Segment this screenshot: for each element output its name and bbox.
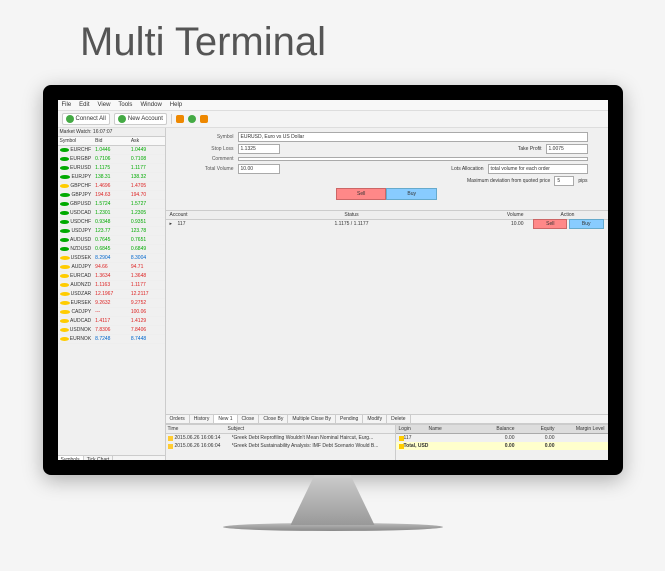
news-item[interactable]: 2015.06.26 16:06:14*Greek Debt Reprofili… [166,434,395,442]
watch-row[interactable]: USDJPY123.77123.78 [58,227,165,236]
terminal-tabs: Orders History New 1 Close Close By Mult… [166,414,608,424]
comment-input[interactable] [238,157,588,161]
positions-table: Account Status Volume Action ▸ 117 1.117… [166,210,608,228]
watch-row[interactable]: AUDNZD1.11631.1177 [58,281,165,290]
watch-list[interactable]: EURCHF1.04461.0449EURGBP0.71060.7108EURU… [58,146,165,455]
order-form: Symbol EURUSD, Euro vs US Dollar Stop Lo… [166,128,608,206]
volume-input[interactable]: 10.00 [238,164,280,174]
menu-window[interactable]: Window [140,102,161,108]
row-sell-button[interactable]: Sell [533,219,567,229]
watch-row[interactable]: AUDJPY94.6694.71 [58,263,165,272]
stop-loss-input[interactable]: 1.1325 [238,144,280,154]
sl-label: Stop Loss [186,146,234,152]
hero-title: Multi Terminal [0,0,665,85]
account-icon [118,115,126,123]
tab-new[interactable]: New 1 [214,415,237,423]
watch-row[interactable]: USDZAR12.196712.2117 [58,290,165,299]
deviation-unit: pips [578,178,587,184]
menu-view[interactable]: View [98,102,111,108]
watch-row[interactable]: EURCHF1.04461.0449 [58,146,165,155]
tab-symbols[interactable]: Symbols [58,456,84,460]
symbol-select[interactable]: EURUSD, Euro vs US Dollar [238,132,588,142]
vol-label: Total Volume [186,166,234,172]
sell-button[interactable]: Sell [336,188,386,200]
tab-modify[interactable]: Modify [363,415,387,423]
watch-row[interactable]: EURSEK9.26329.2752 [58,299,165,308]
watch-row[interactable]: EURGBP0.71060.7108 [58,155,165,164]
tab-tick-chart[interactable]: Tick Chart [84,456,114,460]
tool-icon-1[interactable] [176,115,184,123]
tool-icon-2[interactable] [188,115,196,123]
watch-row[interactable]: GBPUSD1.57241.5727 [58,200,165,209]
buy-button[interactable]: Buy [386,188,437,200]
row-buy-button[interactable]: Buy [569,219,604,229]
watch-row[interactable]: EURUSD1.11751.1177 [58,164,165,173]
app-window: File Edit View Tools Window Help Connect… [58,100,608,460]
news-icon [168,436,173,441]
menubar: File Edit View Tools Window Help [58,100,608,111]
tab-close-by[interactable]: Close By [259,415,288,423]
symbol-label: Symbol [186,134,234,140]
comment-label: Comment [186,156,234,162]
tab-delete[interactable]: Delete [387,415,410,423]
news-icon [168,444,173,449]
tab-orders[interactable]: Orders [166,415,190,423]
new-account-button[interactable]: New Account [114,113,167,125]
watch-row[interactable]: USDNOK7.83067.8406 [58,326,165,335]
watch-row[interactable]: AUDCAD1.41171.4129 [58,317,165,326]
watch-row[interactable]: CADJPY---100.06 [58,308,165,317]
tab-multiple-close-by[interactable]: Multiple Close By [288,415,336,423]
toolbar: Connect All New Account [58,111,608,128]
watch-row[interactable]: USDCHF0.93480.9351 [58,218,165,227]
tab-close[interactable]: Close [238,415,260,423]
news-item[interactable]: 2015.06.26 16:06:04*Greek Debt Sustainab… [166,442,395,450]
menu-file[interactable]: File [62,102,72,108]
tp-label: Take Profit [518,146,542,152]
connect-icon [66,115,74,123]
watch-row[interactable]: EURNOK8.72488.7448 [58,335,165,344]
menu-tools[interactable]: Tools [118,102,132,108]
news-panel: Time Subject 2015.06.26 16:06:14*Greek D… [166,425,396,460]
watch-row[interactable]: USDCAD1.23011.2305 [58,209,165,218]
connect-all-button[interactable]: Connect All [62,113,110,125]
watch-row[interactable]: GBPJPY194.63194.70 [58,191,165,200]
tab-pending[interactable]: Pending [336,415,363,423]
right-panel: Symbol EURUSD, Euro vs US Dollar Stop Lo… [166,128,608,460]
watch-row[interactable]: AUDUSD0.76450.7651 [58,236,165,245]
account-total-row: Total, USD 0.00 0.00 [396,442,608,450]
tool-icon-3[interactable] [200,115,208,123]
menu-edit[interactable]: Edit [79,102,89,108]
watch-tabs: Symbols Tick Chart [58,455,165,460]
menu-help[interactable]: Help [170,102,182,108]
deviation-input[interactable]: 5 [554,176,574,186]
watch-row[interactable]: EURJPY138.31138.32 [58,173,165,182]
tab-history[interactable]: History [190,415,215,423]
watch-columns: SymbolBidAsk [58,137,165,146]
watch-row[interactable]: EURCAD1.36341.3648 [58,272,165,281]
watch-row[interactable]: NZDUSD0.68450.6849 [58,245,165,254]
accounts-panel: Login Name Balance Equity Margin Level 1… [396,425,608,460]
monitor-mockup: File Edit View Tools Window Help Connect… [0,85,665,475]
account-row[interactable]: 117 0.00 0.00 [396,434,608,442]
watch-row[interactable]: GBPCHF1.46961.4705 [58,182,165,191]
market-watch-title: Market Watch: 16:07:07 [58,128,165,137]
watch-row[interactable]: USDSEK8.29048.3004 [58,254,165,263]
deviation-label: Maximum deviation from quoted price [467,178,550,184]
take-profit-input[interactable]: 1.0075 [546,144,588,154]
market-watch-panel: Market Watch: 16:07:07 SymbolBidAsk EURC… [58,128,166,460]
alloc-label: Lots Allocation [451,166,483,172]
lots-allocation-select[interactable]: total volume for each order [488,164,588,174]
position-row[interactable]: ▸ 117 1.1175 / 1.1177 10.00 Sell Buy [166,220,608,228]
